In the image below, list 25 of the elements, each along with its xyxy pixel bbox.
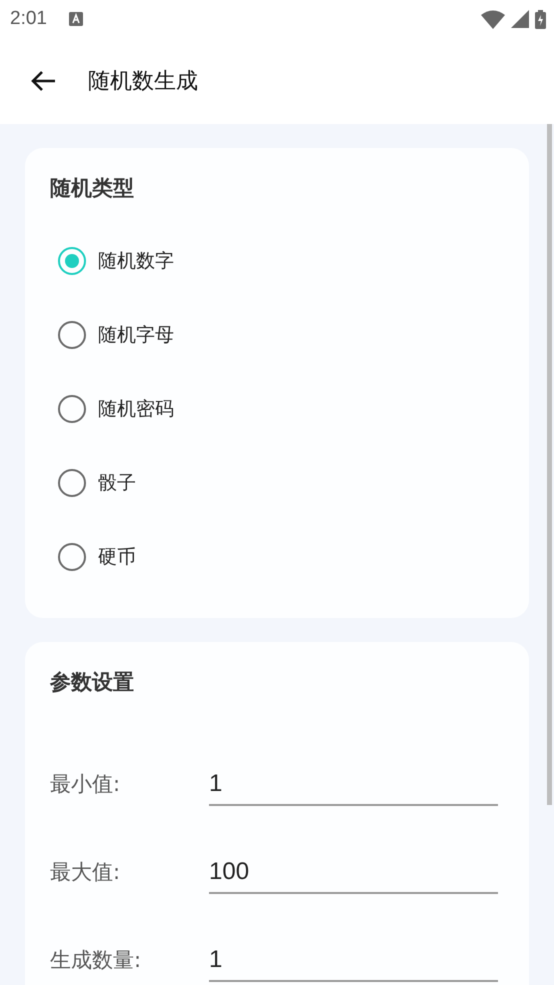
radio-button[interactable] <box>58 395 86 423</box>
field-label: 生成数量: <box>50 947 142 974</box>
radio-button[interactable] <box>58 321 86 349</box>
option-label[interactable]: 硬币 <box>98 544 136 570</box>
keyboard-notification-icon <box>68 12 83 26</box>
option-label[interactable]: 随机密码 <box>98 396 174 422</box>
input-field[interactable]: 1 <box>209 946 498 982</box>
option-label[interactable]: 骰子 <box>98 470 136 496</box>
radio-button[interactable] <box>58 247 86 275</box>
wifi-icon <box>481 10 505 28</box>
page-title: 随机数生成 <box>88 68 198 96</box>
card-title: 参数设置 <box>50 669 135 696</box>
status-time: 2:01 <box>10 8 47 30</box>
radio-button[interactable] <box>58 469 86 497</box>
radio-button[interactable] <box>58 543 86 571</box>
input-field[interactable]: 100 <box>209 858 498 894</box>
card-title: 随机类型 <box>50 175 135 202</box>
field-label: 最大值: <box>50 859 122 886</box>
battery-icon <box>535 10 546 28</box>
scrollbar[interactable] <box>547 124 552 805</box>
input-field[interactable]: 1 <box>209 770 498 806</box>
signal-icon <box>511 10 529 28</box>
option-label[interactable]: 随机字母 <box>98 322 174 348</box>
field-label: 最小值: <box>50 771 122 798</box>
option-label[interactable]: 随机数字 <box>98 248 174 274</box>
